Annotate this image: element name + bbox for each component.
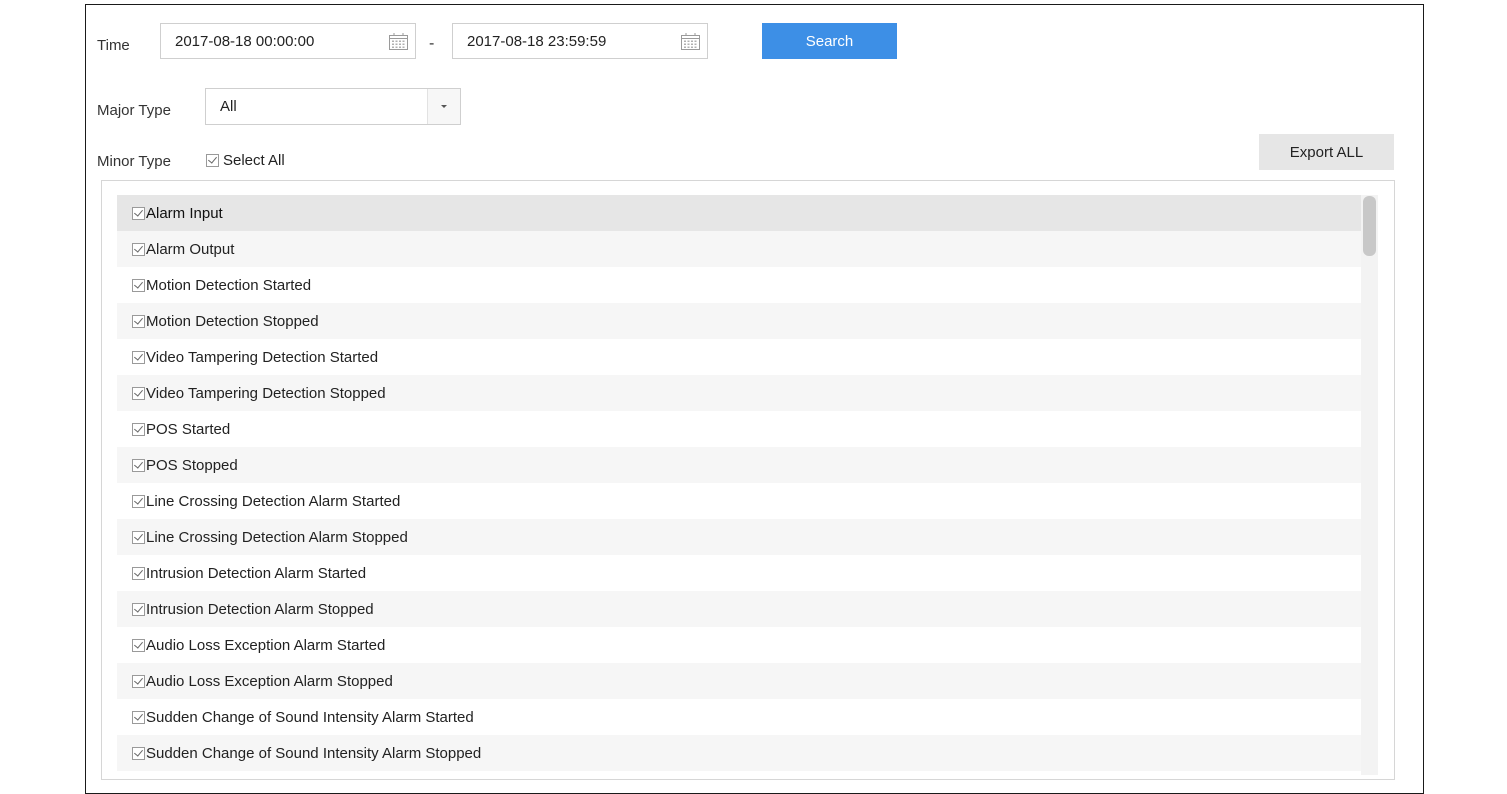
checkbox-checked-icon[interactable]: [132, 422, 145, 436]
list-item[interactable]: POS Stopped: [117, 447, 1361, 483]
scrollbar-track[interactable]: [1361, 195, 1378, 775]
minor-type-label: Minor Type: [97, 153, 171, 170]
list-item-label: Sudden Change of Sound Intensity Alarm S…: [146, 744, 482, 762]
list-item[interactable]: Line Crossing Detection Alarm Stopped: [117, 519, 1361, 555]
dropdown-toggle[interactable]: [427, 89, 460, 124]
export-all-button[interactable]: Export ALL: [1259, 134, 1394, 170]
checkbox-checked-icon[interactable]: [132, 458, 145, 472]
list-item[interactable]: Video Tampering Detection Started: [117, 339, 1361, 375]
checkbox-checked-icon[interactable]: [132, 530, 145, 544]
list-item-label: Sudden Change of Sound Intensity Alarm S…: [146, 708, 474, 726]
list-item-label: Line Crossing Detection Alarm Started: [146, 492, 401, 510]
checkbox-checked-icon[interactable]: [206, 154, 219, 167]
checkbox-checked-icon[interactable]: [132, 602, 145, 616]
list-item-label: Motion Detection Started: [146, 276, 312, 294]
checkbox-checked-icon[interactable]: [132, 674, 145, 688]
list-item-label: Intrusion Detection Alarm Started: [146, 564, 367, 582]
list-item[interactable]: Motion Detection Started: [117, 267, 1361, 303]
list-item[interactable]: Intrusion Detection Alarm Started: [117, 555, 1361, 591]
list-item-label: Video Tampering Detection Stopped: [146, 384, 386, 402]
list-item-label: Intrusion Detection Alarm Stopped: [146, 600, 374, 618]
list-item[interactable]: Line Crossing Detection Alarm Started: [117, 483, 1361, 519]
major-type-select[interactable]: All: [205, 88, 461, 125]
list-item[interactable]: POS Started: [117, 411, 1361, 447]
list-item[interactable]: Alarm Input: [117, 195, 1361, 231]
chevron-down-icon: [441, 105, 447, 108]
major-type-value: All: [220, 98, 237, 115]
checkbox-checked-icon[interactable]: [132, 386, 145, 400]
select-all-label: Select All: [223, 152, 285, 169]
checkbox-checked-icon[interactable]: [132, 242, 145, 256]
list-item-label: Alarm Output: [146, 240, 235, 258]
scrollbar-thumb[interactable]: [1363, 196, 1376, 256]
calendar-icon[interactable]: [389, 33, 408, 50]
major-type-label: Major Type: [97, 102, 171, 119]
checkbox-checked-icon[interactable]: [132, 494, 145, 508]
list-item[interactable]: Alarm Output: [117, 231, 1361, 267]
list-item-label: Video Tampering Detection Started: [146, 348, 379, 366]
checkbox-checked-icon[interactable]: [132, 638, 145, 652]
select-all-checkbox[interactable]: Select All: [206, 152, 285, 169]
list-item[interactable]: Motion Detection Stopped: [117, 303, 1361, 339]
time-label: Time: [97, 37, 130, 54]
list-item-label: Audio Loss Exception Alarm Started: [146, 636, 386, 654]
list-item[interactable]: Sudden Change of Sound Intensity Alarm S…: [117, 699, 1361, 735]
start-time-value: 2017-08-18 00:00:00: [175, 33, 315, 50]
list-item-label: Line Crossing Detection Alarm Stopped: [146, 528, 408, 546]
search-button[interactable]: Search: [762, 23, 897, 59]
start-time-input[interactable]: 2017-08-18 00:00:00: [160, 23, 416, 59]
checkbox-checked-icon[interactable]: [132, 566, 145, 580]
end-time-value: 2017-08-18 23:59:59: [467, 33, 607, 50]
checkbox-checked-icon[interactable]: [132, 278, 145, 292]
list-item-label: POS Stopped: [146, 456, 238, 474]
list-item-label: Alarm Input: [146, 204, 223, 222]
list-item[interactable]: Intrusion Detection Alarm Stopped: [117, 591, 1361, 627]
checkbox-checked-icon[interactable]: [132, 314, 145, 328]
list-item[interactable]: Audio Loss Exception Alarm Stopped: [117, 663, 1361, 699]
checkbox-checked-icon[interactable]: [132, 206, 145, 220]
list-item-label: Motion Detection Stopped: [146, 312, 319, 330]
list-item-label: POS Started: [146, 420, 231, 438]
list-item[interactable]: Audio Loss Exception Alarm Started: [117, 627, 1361, 663]
minor-type-list: Alarm Input Alarm Output Motion Detectio…: [117, 195, 1361, 771]
list-item[interactable]: Video Tampering Detection Stopped: [117, 375, 1361, 411]
checkbox-checked-icon[interactable]: [132, 710, 145, 724]
checkbox-checked-icon[interactable]: [132, 746, 145, 760]
calendar-icon[interactable]: [681, 33, 700, 50]
list-item-label: Audio Loss Exception Alarm Stopped: [146, 672, 393, 690]
end-time-input[interactable]: 2017-08-18 23:59:59: [452, 23, 708, 59]
list-item[interactable]: Sudden Change of Sound Intensity Alarm S…: [117, 735, 1361, 771]
time-range-separator: -: [429, 35, 435, 52]
checkbox-checked-icon[interactable]: [132, 350, 145, 364]
